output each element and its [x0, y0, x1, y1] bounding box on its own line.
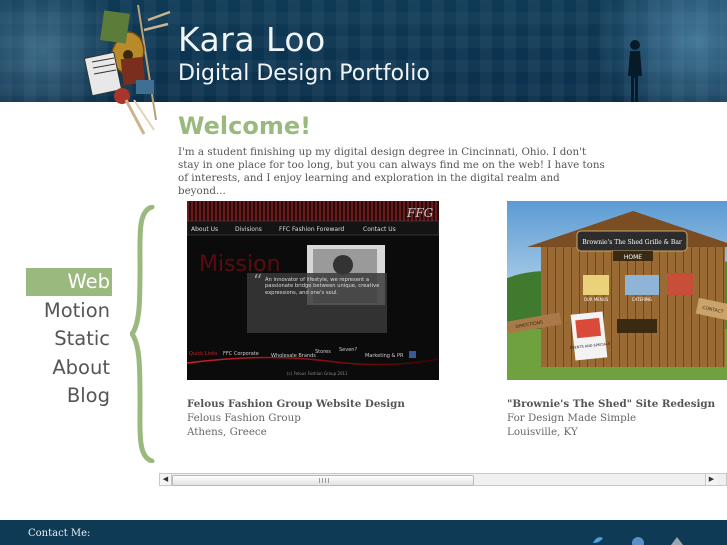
thumb-nav-contact: Contact Us: [363, 226, 396, 233]
thumb-marketing: Marketing & PR: [365, 353, 404, 359]
project-client: Felous Fashion Group: [187, 412, 301, 424]
welcome-heading: Welcome!: [178, 112, 312, 140]
rss-icon[interactable]: [671, 537, 683, 545]
thumb-facebook-icon: [409, 351, 416, 358]
project-location: Louisville, KY: [507, 426, 578, 438]
curly-brace-divider: [130, 205, 155, 463]
shed-sign: Brownie's The Shed Grille & Bar: [582, 239, 682, 246]
scrollbar-thumb[interactable]: [172, 475, 474, 486]
project-name[interactable]: "Brownie's The Shed" Site Redesign: [507, 397, 727, 411]
welcome-paragraph: I'm a student finishing up my digital de…: [178, 146, 605, 197]
scrollbar-grip-icon: [319, 478, 329, 483]
contact-label: Contact Me:: [28, 528, 91, 539]
shed-menus: OUR MENUS: [584, 297, 609, 302]
project-thumbnail[interactable]: About Us Divisions FFC Fashion Foreward …: [187, 201, 439, 380]
globe-icon[interactable]: [632, 537, 644, 545]
twitter-icon[interactable]: [593, 537, 603, 543]
thumb-seven: Seven?: [339, 347, 357, 353]
site-subtitle: Digital Design Portfolio: [178, 61, 430, 86]
shed-catering: CATERING: [632, 297, 652, 302]
project-location: Athens, Greece: [187, 426, 267, 438]
thumb-quote: An innovator of lifestyle, we represent …: [265, 277, 380, 296]
nav-item-web[interactable]: Web: [26, 268, 112, 296]
header-glow-right: [567, 0, 727, 102]
nav-item-static[interactable]: Static: [26, 325, 112, 353]
brownies-shed-illustration: Brownie's The Shed Grille & Bar HOME OUR…: [507, 201, 727, 380]
thumb-logo: FFG: [406, 206, 434, 220]
project-client: For Design Made Simple: [507, 412, 637, 424]
site-footer: Contact Me:: [0, 520, 727, 545]
thumb-stores: Stores: [315, 349, 331, 355]
portfolio-nav: Web Motion Static About Blog: [26, 268, 112, 411]
project-name[interactable]: Felous Fashion Group Website Design: [187, 397, 447, 411]
nav-item-about[interactable]: About: [26, 354, 112, 382]
project-gallery: About Us Divisions FFC Fashion Foreward …: [160, 195, 727, 475]
project-caption: Felous Fashion Group Website Design Felo…: [187, 397, 447, 439]
project-caption: "Brownie's The Shed" Site Redesign For D…: [507, 397, 727, 439]
nav-item-blog[interactable]: Blog: [26, 382, 112, 410]
thumb-nav-about: About Us: [191, 226, 218, 233]
shed-home: HOME: [624, 254, 642, 261]
scroll-right-arrow-icon[interactable]: ▶: [705, 474, 717, 485]
thumb-nav-divisions: Divisions: [235, 226, 262, 233]
thumb-quick-links: Quick Links: [189, 351, 218, 357]
thumb-wholesale: Wholesale Brands: [271, 353, 316, 359]
thumb-corporate: FFC Corporate: [223, 351, 259, 357]
thumb-copyright: (c) Felous Fashion Group 2011: [287, 371, 348, 376]
scroll-left-arrow-icon[interactable]: ◀: [160, 474, 172, 485]
site-title[interactable]: Kara Loo: [178, 22, 326, 58]
nav-item-motion[interactable]: Motion: [26, 297, 112, 325]
silhouette-figure-icon: [628, 40, 642, 102]
thumb-nav-foreward: FFC Fashion Foreward: [279, 226, 344, 233]
gallery-scrollbar[interactable]: ◀ ▶: [159, 473, 727, 486]
thumb-quote-mark-icon: “: [253, 271, 262, 292]
ffg-site-screenshot: About Us Divisions FFC Fashion Foreward …: [187, 201, 439, 380]
project-thumbnail[interactable]: Brownie's The Shed Grille & Bar HOME OUR…: [507, 201, 727, 380]
social-icons: [593, 537, 683, 545]
art-supplies-collage-icon: [83, 4, 171, 135]
